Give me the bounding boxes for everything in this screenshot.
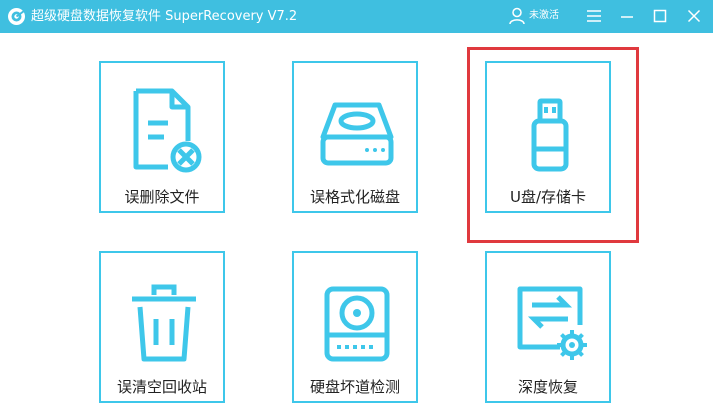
- tile-label: 深度恢复: [517, 378, 578, 396]
- tile-formatted-disk-recovery[interactable]: 误格式化磁盘: [292, 61, 418, 213]
- close-button[interactable]: [681, 3, 707, 29]
- window-title: 超级硬盘数据恢复软件 SuperRecovery V7.2: [31, 9, 298, 24]
- deleted-file-icon: [133, 88, 202, 173]
- minimize-icon: [621, 16, 633, 18]
- minimize-button[interactable]: [614, 3, 640, 29]
- disk-scan-icon: [324, 286, 390, 362]
- tile-usb-card-recovery[interactable]: U盘/存储卡: [485, 61, 611, 213]
- trash-icon: [132, 284, 196, 362]
- tile-label: U盘/存储卡: [509, 188, 587, 206]
- app-logo-icon: [8, 8, 25, 25]
- maximize-icon: [653, 9, 667, 23]
- tile-deep-recovery[interactable]: 深度恢复: [485, 251, 611, 403]
- title-bar: 超级硬盘数据恢复软件 SuperRecovery V7.2 未激活: [0, 0, 713, 33]
- tile-label: 硬盘坏道检测: [309, 378, 400, 396]
- menu-button[interactable]: [581, 3, 607, 29]
- deep-recovery-icon: [517, 286, 587, 360]
- close-icon: [687, 9, 701, 23]
- tile-recycle-bin-recovery[interactable]: 误清空回收站: [99, 251, 225, 403]
- activation-label: 未激活: [529, 10, 559, 21]
- tile-label: 误格式化磁盘: [309, 188, 400, 206]
- tile-deleted-file-recovery[interactable]: 误删除文件: [99, 61, 225, 213]
- tile-label: 误删除文件: [124, 188, 200, 206]
- hard-disk-icon: [320, 102, 394, 166]
- maximize-button[interactable]: [647, 3, 673, 29]
- tile-label: 误清空回收站: [116, 378, 207, 396]
- tile-bad-sector-scan[interactable]: 硬盘坏道检测: [292, 251, 418, 403]
- user-icon: [509, 7, 525, 25]
- menu-icon: [587, 10, 601, 22]
- usb-drive-icon: [531, 98, 569, 172]
